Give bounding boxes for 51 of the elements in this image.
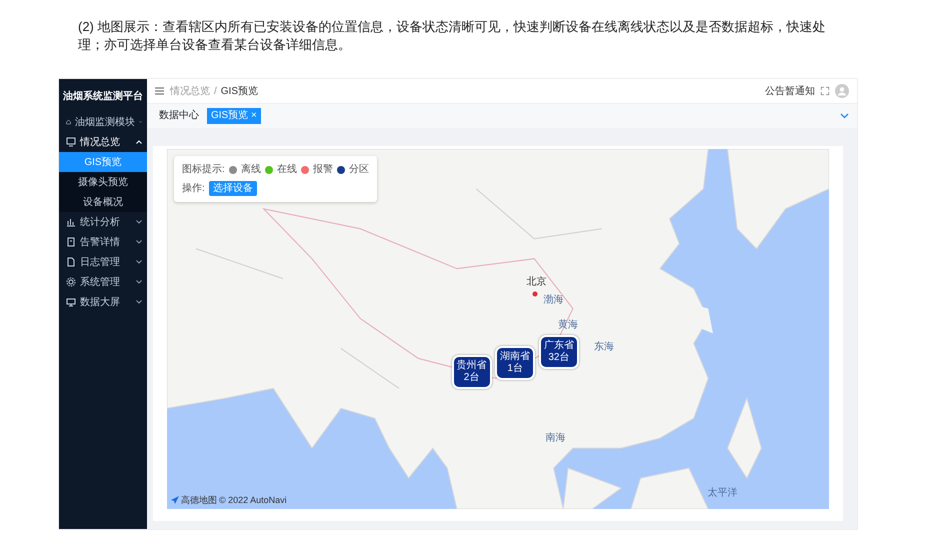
sidebar-item[interactable]: 告警详情 [59, 232, 147, 252]
notice-link[interactable]: 公告暂通知 [765, 84, 815, 98]
document-icon [66, 257, 76, 267]
map-logo-text: 高德地图 [181, 494, 217, 506]
chevron-down-icon [136, 240, 142, 244]
map-drawing[interactable] [167, 149, 829, 509]
sidebar-item[interactable]: 统计分析 [59, 212, 147, 232]
breadcrumb-item[interactable]: GIS预览 [220, 84, 258, 98]
legend-title: 图标提示: [182, 162, 225, 177]
chevron-down-icon [136, 220, 142, 224]
legend-label: 离线 [240, 162, 261, 177]
screen-icon [66, 297, 76, 307]
chevron-down-icon [136, 260, 142, 264]
legend-label: 报警 [312, 162, 333, 177]
map-marker[interactable]: 贵州省 2台 [452, 355, 492, 390]
sidebar-item[interactable]: 情况总览 [59, 132, 147, 152]
map-label: 东海 [594, 340, 614, 354]
sidebar-item[interactable]: 数据大屏 [59, 292, 147, 312]
legend-label: 分区 [348, 163, 369, 177]
bar-chart-icon [66, 217, 76, 227]
action-label: 操作: [182, 182, 205, 196]
sidebar-item[interactable]: 日志管理 [59, 252, 147, 272]
menu-icon[interactable] [155, 87, 164, 95]
gear-icon [66, 277, 76, 287]
clipboard-icon [66, 237, 76, 247]
map-label: 南海 [546, 431, 566, 446]
map-marker[interactable]: 广东省 32台 [538, 335, 579, 370]
fullscreen-icon[interactable] [821, 87, 829, 95]
chevron-down-icon [136, 280, 142, 284]
map-attribution: © 2022 AutoNavi [219, 494, 287, 506]
app-title: 油烟系统监测平台 [62, 90, 144, 104]
map-label: 渤海 [544, 293, 564, 308]
chevron-down-icon[interactable] [840, 113, 849, 119]
sidebar-item[interactable]: 系统管理 [59, 272, 147, 292]
chevron-down-icon [136, 300, 142, 304]
sidebar-item[interactable]: 油烟监测模块 [59, 112, 147, 132]
submenu-item[interactable]: 设备概况 [59, 192, 147, 212]
tab[interactable]: 数据中心 [155, 108, 203, 124]
submenu-item[interactable]: 摄像头预览 [59, 172, 147, 192]
home-icon [66, 117, 71, 127]
map-label: 太平洋 [707, 486, 738, 500]
avatar-icon[interactable] [835, 84, 849, 98]
map-logo-icon [171, 496, 179, 504]
chevron-up-icon [136, 140, 142, 144]
breadcrumb-separator: / [214, 84, 217, 98]
map-marker[interactable]: 湖南省 1台 [495, 346, 536, 380]
monitor-icon [66, 137, 76, 147]
paragraph: (2) 地图展示：查看辖区内所有已安装设备的位置信息，设备状态清晰可见，快速判断设备在线离线状态以及是否数据超标，快速处理；亦可选择单台设备查看某台设备详细信息。 [78, 18, 826, 54]
map-label: 黄海 [558, 318, 578, 333]
legend-label: 在线 [276, 162, 297, 177]
map-label: 北京 [526, 275, 546, 290]
